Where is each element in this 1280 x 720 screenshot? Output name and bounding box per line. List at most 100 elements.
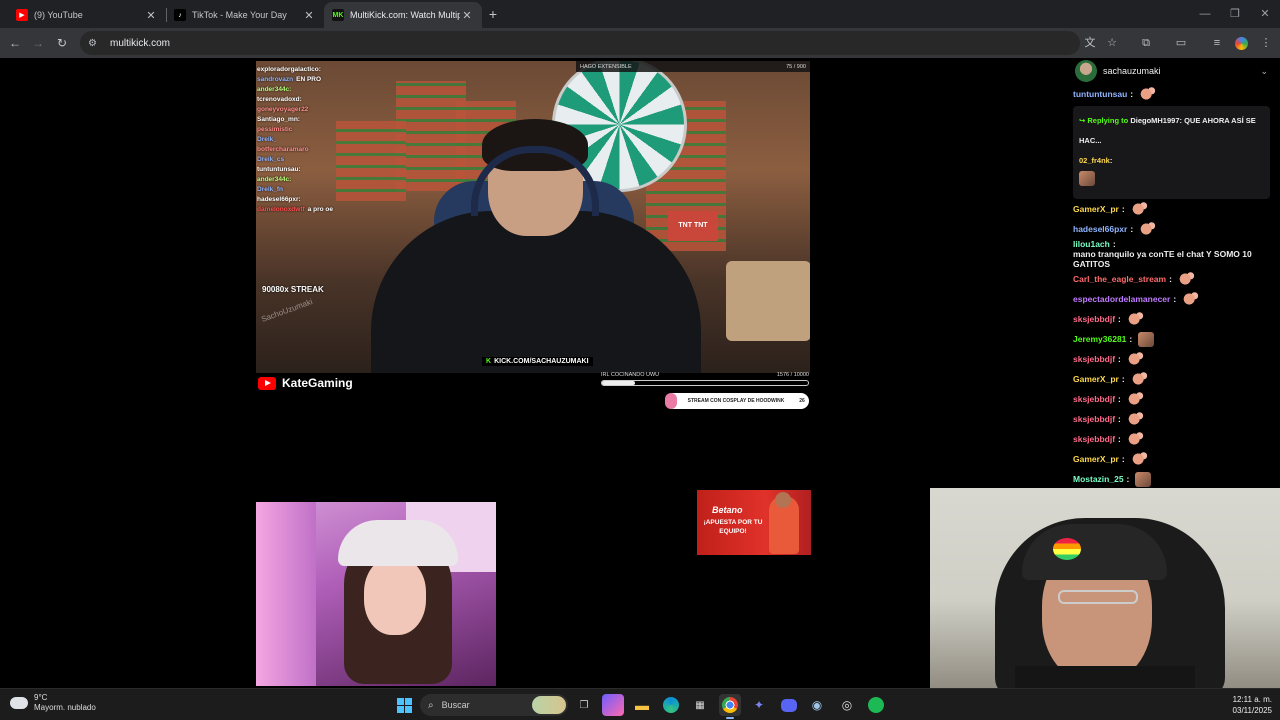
chat-message[interactable]: GamerX_pr: [1065,199,1280,219]
maximize-button[interactable]: ❐ [1220,4,1250,24]
chat-message[interactable]: sksjebbdjf: [1065,429,1280,449]
chat-message[interactable]: sksjebbdjf: [1065,309,1280,329]
hand-emote-icon [1130,451,1149,467]
side-panel-icon[interactable]: ▭ [1171,33,1191,53]
new-tab-button[interactable]: + [484,5,502,23]
chat-username[interactable]: Carl_the_eagle_stream [1073,274,1166,284]
system-clock[interactable]: 12:11 a. m. 03/11/2025 [1233,694,1272,716]
forward-button[interactable]: → [28,33,48,53]
ea-icon[interactable]: ◎ [836,694,858,716]
chat-username[interactable]: GamerX_pr [1073,454,1119,464]
chat-message[interactable]: sksjebbdjf: [1065,389,1280,409]
chat-username[interactable]: sksjebbdjf [1073,434,1115,444]
browser-tab-strip: ▶ (9) YouTube ✕ ♪ TikTok - Make Your Day… [0,0,1280,28]
task-view-icon[interactable]: ❐ [573,694,595,716]
weather-widget[interactable]: 9°C Mayorm. nublado [10,693,96,713]
chat-message[interactable]: hadesel66pxr: [1065,219,1280,239]
chat-username[interactable]: lilou1ach [1073,239,1110,249]
chat-username[interactable]: tuntuntunsau [1073,89,1127,99]
windows-start-icon[interactable] [393,694,415,716]
second-stream-video[interactable] [256,502,496,686]
tab-youtube[interactable]: ▶ (9) YouTube ✕ [8,2,166,28]
chat-username[interactable]: Jeremy36281 [1073,334,1126,344]
chat-username[interactable]: GamerX_pr [1073,204,1119,214]
minimize-button[interactable]: — [1190,4,1220,24]
chat-message[interactable]: Mostazin_25: [1065,469,1280,488]
emote-image [1135,471,1152,487]
overlay-chat-line: damelonoxdwtf a pro oe [257,205,347,215]
site-info-icon[interactable]: ⚙ [88,38,102,49]
spotify-icon[interactable] [865,694,887,716]
taskbar-search[interactable]: ⌕ Buscar [420,694,568,716]
chrome-icon[interactable] [719,694,741,716]
overlay-chat-line: tcrenovadoxd: [257,95,347,105]
tab-tiktok[interactable]: ♪ TikTok - Make Your Day ✕ [166,2,324,28]
channel-name: KateGaming [282,376,353,390]
tab-title: (9) YouTube [34,10,83,20]
cloud-icon [10,697,28,709]
media-controls-icon[interactable]: ≡ [1207,33,1227,53]
menu-kebab-icon[interactable]: ⋮ [1256,33,1276,53]
back-button[interactable]: ← [5,33,25,53]
chevron-down-icon[interactable]: ⌄ [1260,66,1268,77]
chat-message[interactable]: sksjebbdjf: [1065,349,1280,369]
streamer-face [364,557,426,635]
chat-message[interactable]: lilou1ach: mano tranquilo ya conTE el cha… [1065,239,1280,269]
translate-icon[interactable]: 文 [1080,33,1100,53]
tab-multikick[interactable]: MK MultiKick.com: Watch Multiple ✕ [324,2,482,28]
window-close-button[interactable]: ✕ [1250,4,1280,24]
betano-ad[interactable]: Betano ¡APUESTA POR TU EQUIPO! [697,490,811,555]
edge-icon[interactable] [660,694,682,716]
tiktok-icon: ♪ [174,9,186,21]
goal-bottom-label: IRL COCINANDO UWU [601,372,660,378]
cat-headphones [338,520,458,566]
emote-image [1079,171,1095,186]
tnt-block: TNT TNT [668,211,718,241]
chat-message[interactable]: tuntuntunsau: [1065,84,1280,104]
discord-icon[interactable] [778,694,800,716]
facecam-video[interactable] [930,488,1280,692]
store-icon[interactable]: ▦ [689,694,711,716]
close-icon[interactable]: ✕ [302,9,316,22]
teams-icon[interactable]: ✦ [748,694,770,716]
chat-username[interactable]: Mostazin_25 [1073,474,1124,484]
steam-icon[interactable]: ◉ [806,694,828,716]
hand-emote-icon [1126,431,1145,447]
extensions-icon[interactable]: ⧉ [1136,33,1156,53]
overlay-chat-line: Dreik_ [257,135,347,145]
profile-avatar[interactable] [1231,33,1251,53]
folder-icon[interactable]: ▬ [631,694,653,716]
copilot-icon[interactable] [602,694,624,716]
watermark: SachoUzumaki [260,297,314,324]
chat-username[interactable]: hadesel66pxr [1073,224,1127,234]
chat-username[interactable]: sksjebbdjf [1073,314,1115,324]
main-stream-video[interactable]: TNT TNT HAGO EXTENSIBLE 75 / 900 explora… [256,61,810,373]
chat-username[interactable]: sksjebbdjf [1073,394,1115,404]
close-icon[interactable]: ✕ [144,9,158,22]
stream-channel-label[interactable]: KateGaming [258,376,353,390]
reload-button[interactable]: ↻ [52,33,72,53]
close-icon[interactable]: ✕ [460,9,474,22]
overlay-chat-user: tuntuntunsau: [257,166,301,173]
chat-username[interactable]: sksjebbdjf [1073,354,1115,364]
chat-username[interactable]: 02_fr4nk [1079,156,1110,165]
chat-message[interactable]: espectadordelamanecer: [1065,289,1280,309]
address-bar[interactable]: ⚙ multikick.com [80,31,1080,55]
chat-message[interactable]: Jeremy36281: [1065,329,1280,349]
browser-toolbar: ← → ↻ ⚙ multikick.com 文 ☆ ⧉ ▭ ≡ ⋮ [0,28,1280,58]
hand-emote-icon [1126,311,1145,327]
chat-header[interactable]: sachauzumaki ⌄ [1065,58,1280,84]
hand-emote-icon [1139,86,1158,102]
chat-message[interactable]: GamerX_pr: [1065,369,1280,389]
chat-reply-message[interactable]: ↪ Replying to DiegoMH1997: QUE AHORA ASÍ… [1073,106,1270,199]
chat-message[interactable]: sksjebbdjf: [1065,409,1280,429]
chat-message[interactable]: Carl_the_eagle_stream: [1065,269,1280,289]
hand-emote-icon [1126,351,1145,367]
chat-username[interactable]: GamerX_pr [1073,374,1119,384]
bookmark-star-icon[interactable]: ☆ [1102,33,1122,53]
reply-user[interactable]: DiegoMH1997 [1130,116,1179,125]
chat-username[interactable]: sksjebbdjf [1073,414,1115,424]
goal-bottom-count: 1576 / 10000 [776,372,809,378]
chat-username[interactable]: espectadordelamanecer [1073,294,1170,304]
chat-message[interactable]: GamerX_pr: [1065,449,1280,469]
